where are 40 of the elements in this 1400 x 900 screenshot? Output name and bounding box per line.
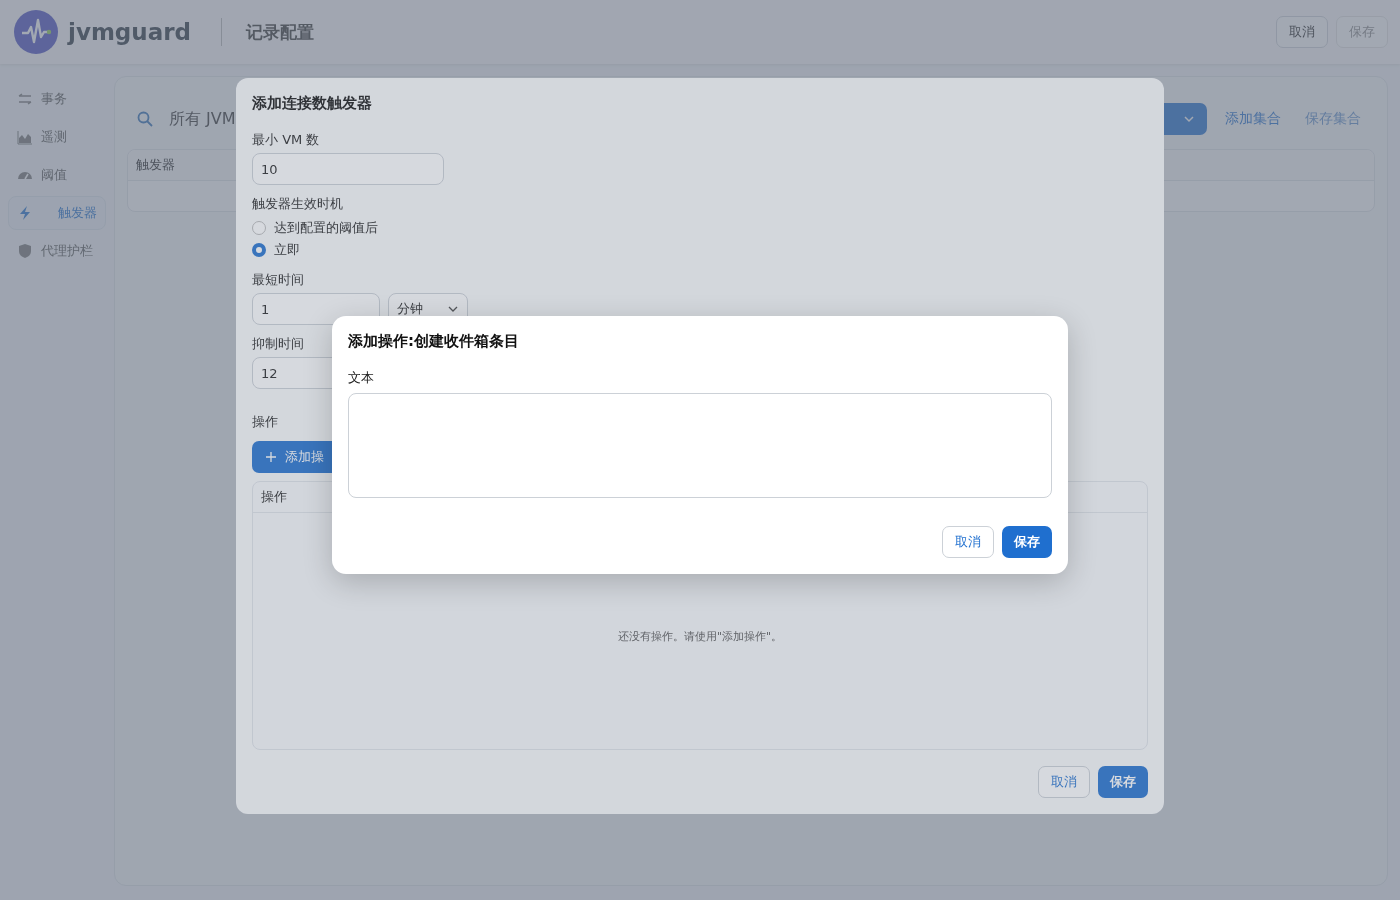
text-area[interactable] [348, 393, 1052, 498]
field-label: 文本 [348, 369, 374, 387]
field-label: 抑制时间 [252, 335, 304, 353]
field-label: 触发器生效时机 [252, 195, 343, 213]
sidebar-item[interactable]: 代理护栏 [8, 234, 104, 268]
lightning-icon [17, 205, 33, 221]
logo-icon [14, 10, 58, 54]
radio-button[interactable] [252, 243, 266, 257]
save-button[interactable]: 保存 [1098, 766, 1148, 798]
caret-icon [1183, 113, 1195, 125]
page-title: 记录配置 [246, 20, 314, 44]
dialog-title: 添加连接数触发器 [252, 94, 373, 113]
cancel-button[interactable]: 取消 [942, 526, 994, 558]
radio-option[interactable]: 立即 [252, 239, 1148, 261]
jvm-filter-label: 所有 JVM [169, 108, 236, 130]
cancel-button[interactable]: 取消 [1038, 766, 1090, 798]
radio-option[interactable]: 达到配置的阈值后 [252, 217, 1148, 239]
radio-button[interactable] [252, 221, 266, 235]
column-header: 触发器 [136, 156, 175, 174]
input-field[interactable]: 1 [252, 293, 380, 325]
plus-icon [266, 452, 276, 462]
sidebar-item[interactable]: 遥测 [8, 120, 104, 154]
app-name: jvmguard [68, 19, 191, 45]
field-label: 最小 VM 数 [252, 131, 320, 149]
dialog-title: 添加操作:创建收件箱条目 [348, 332, 520, 351]
sidebar-item[interactable]: 触发器 [8, 196, 106, 230]
save-button[interactable]: 保存 [1002, 526, 1052, 558]
input-field[interactable]: 10 [252, 153, 444, 185]
sidebar-item[interactable]: 阈值 [8, 158, 104, 192]
search-icon [137, 111, 153, 127]
field-label: 最短时间 [252, 271, 304, 289]
empty-message: 还没有操作。请使用"添加操作"。 [617, 628, 783, 644]
section-label: 操作 [252, 413, 278, 431]
toolbar-link[interactable]: 添加集合 [1225, 110, 1281, 128]
cancel-button[interactable]: 取消 [1276, 16, 1328, 48]
sidebar-item[interactable]: 事务 [8, 82, 104, 116]
shield-icon [17, 243, 33, 259]
column-header: 操作 [261, 488, 287, 506]
arrows-icon [17, 91, 33, 107]
area-chart-icon [17, 129, 33, 145]
